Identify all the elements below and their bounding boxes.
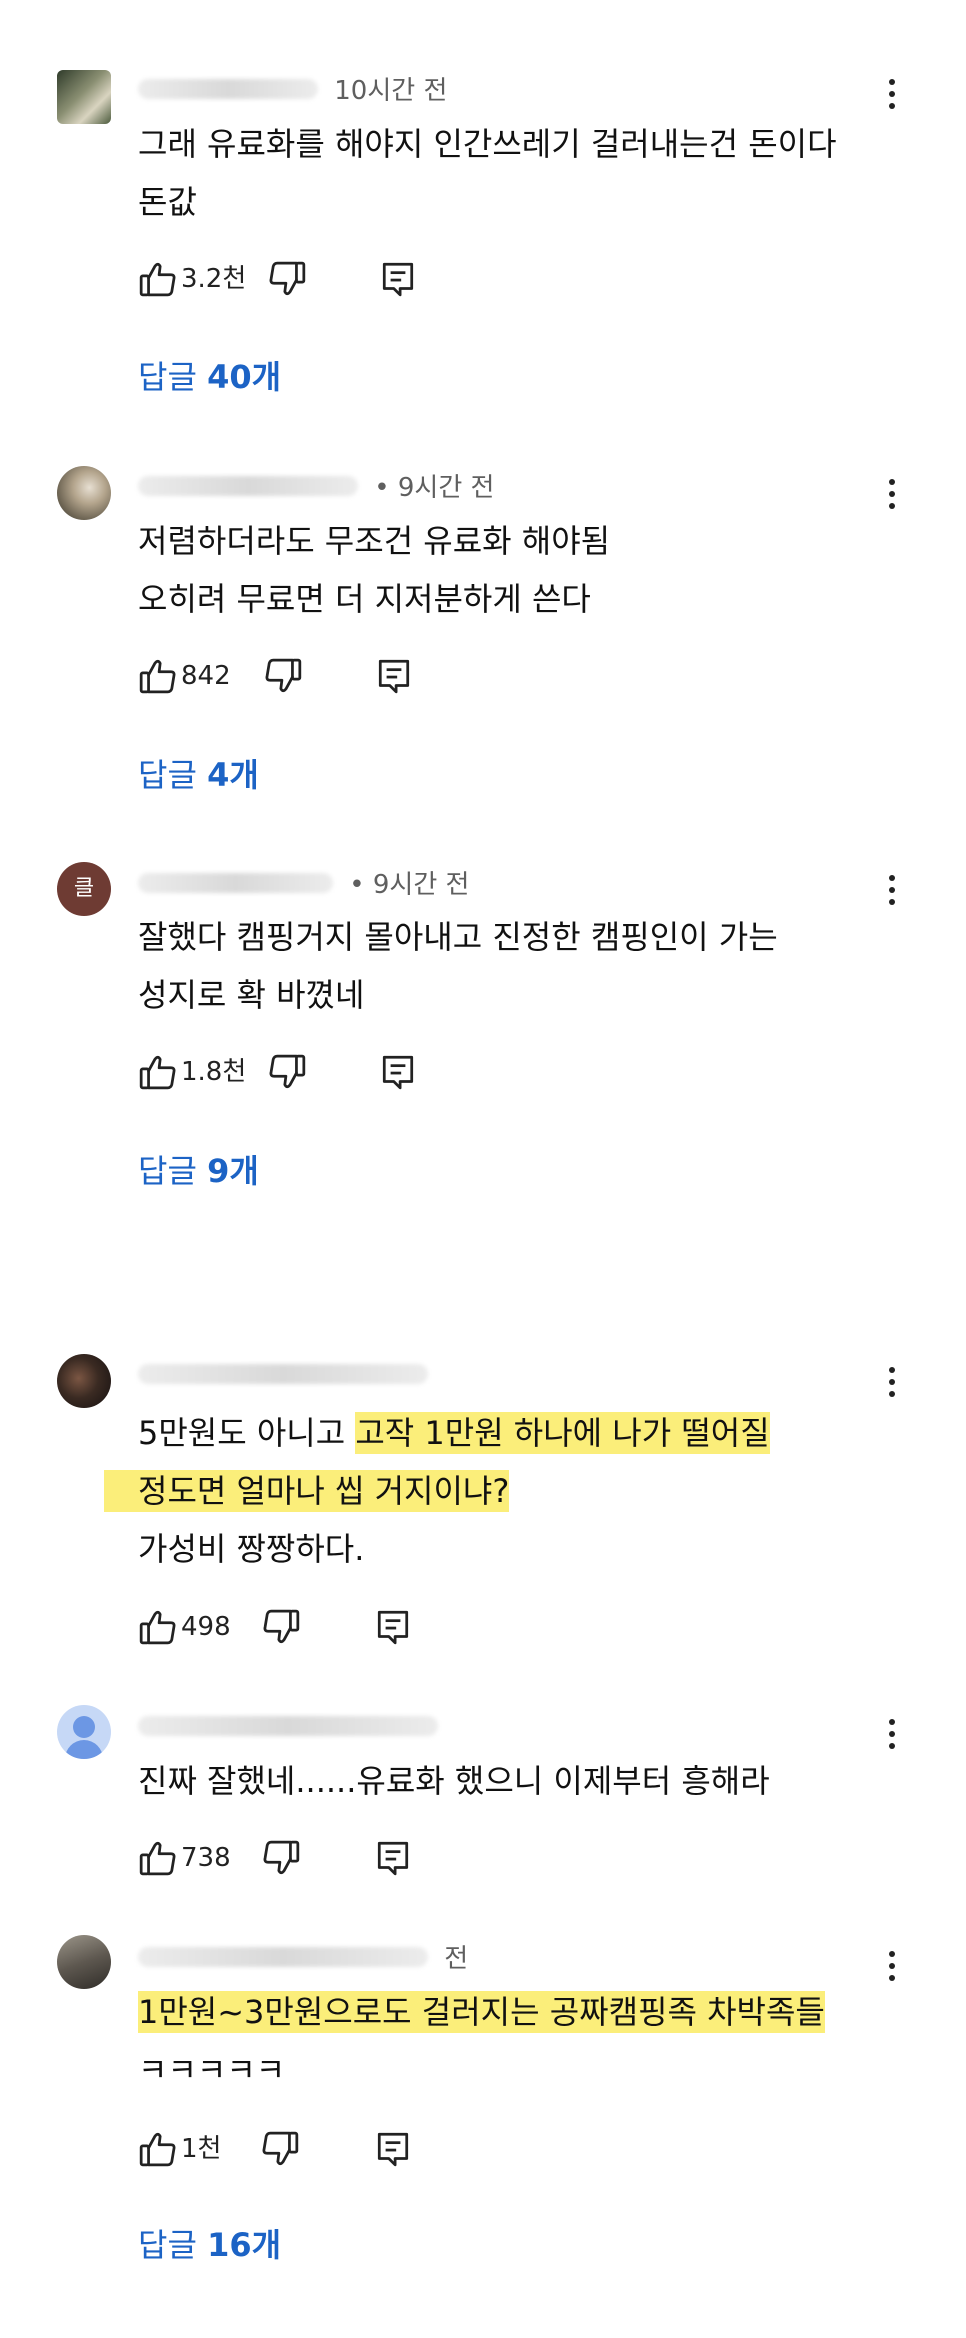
comment-line: 그래 유료화를 해야지 인간쓰레기 걸러내는건 돈이다 [138, 125, 837, 163]
default-avatar-icon[interactable] [57, 1705, 111, 1759]
comment-actions: 1천 [138, 2129, 558, 2169]
comment-meta [138, 1358, 436, 1389]
comment-time: 10시간 전 [334, 76, 448, 106]
comment-body: 5만원도 아니고 고작 1만원 하나에 나가 떨어질 정도면 얼마나 씹 거지이… [104, 1404, 770, 1578]
redacted-username [138, 475, 358, 496]
reply-comment-icon[interactable] [374, 1838, 412, 1878]
view-replies-link[interactable]: 답글 16개 [138, 2220, 281, 2266]
comment-meta [138, 1710, 446, 1741]
comment-actions: 1.8천 [138, 1052, 558, 1092]
redacted-username [138, 78, 318, 99]
redacted-username [138, 1363, 428, 1384]
user-avatar[interactable] [57, 1354, 111, 1408]
avatar-head [73, 1716, 95, 1738]
comment-meta: • 9시간 전 [138, 467, 494, 504]
comment-actions: 498 [138, 1607, 558, 1647]
comment-actions: 738 [138, 1838, 558, 1878]
comment-line: 성지로 확 바꼈네 [138, 976, 365, 1014]
comment-line: 가성비 짱짱하다. [138, 1530, 365, 1568]
like-count: 738 [181, 1843, 231, 1873]
like-count: 842 [181, 661, 231, 691]
comment-line: 오히려 무료면 더 지저분하게 쓴다 [138, 580, 591, 618]
comment-line: 5만원도 아니고 고작 1만원 하나에 나가 떨어질 [138, 1404, 770, 1462]
redacted-username [138, 1946, 428, 1967]
comment-meta: • 9시간 전 [138, 864, 469, 901]
thumbs-down-icon[interactable] [263, 1838, 301, 1878]
comment-meta: 전 [138, 1938, 468, 1975]
comment-body: 진짜 잘했네......유료화 했으니 이제부터 흥해라 [138, 1752, 770, 1810]
comment-actions: 3.2천 [138, 259, 558, 299]
reply-comment-icon[interactable] [379, 259, 417, 299]
comment-meta: 10시간 전 [138, 70, 447, 107]
comment-body: 1만원~3만원으로도 걸러지는 공짜캠핑족 차박족들 ㅋㅋㅋㅋㅋ [138, 1983, 825, 2099]
comment-line: 돈값 [138, 183, 197, 221]
comment-time: 전 [444, 1944, 469, 1974]
reply-comment-icon[interactable] [375, 656, 413, 696]
view-replies-link[interactable]: 답글 4개 [138, 750, 259, 796]
reply-label: 답글 [138, 756, 197, 794]
avatar-body [65, 1740, 103, 1759]
more-vert-icon[interactable] [880, 76, 904, 112]
thumbs-down-icon[interactable] [262, 2129, 300, 2169]
comment-body: 저렴하더라도 무조건 유료화 해야됨 오히려 무료면 더 지저분하게 쓴다 [138, 512, 610, 628]
highlighted-text: 1만원~3만원으로도 걸러지는 공짜캠핑족 차박족들 [138, 1991, 825, 2033]
thumbs-down-icon[interactable] [265, 656, 303, 696]
like-count: 1천 [181, 2134, 222, 2164]
comment-line: 잘했다 캠핑거지 몰아내고 진정한 캠핑인이 가는 [138, 918, 778, 956]
like-count: 1.8천 [181, 1057, 247, 1087]
thumbs-up-icon[interactable] [138, 259, 176, 299]
thumbs-up-icon[interactable] [138, 1607, 176, 1647]
reply-comment-icon[interactable] [374, 1607, 412, 1647]
thumbs-down-icon[interactable] [269, 259, 307, 299]
comment-actions: 842 [138, 656, 558, 696]
like-count: 3.2천 [181, 264, 247, 294]
thumbs-down-icon[interactable] [269, 1052, 307, 1092]
reply-label: 답글 [138, 358, 197, 396]
reply-count: 4개 [207, 756, 259, 794]
more-vert-icon[interactable] [880, 872, 904, 908]
reply-label: 답글 [138, 1152, 197, 1190]
more-vert-icon[interactable] [880, 1716, 904, 1752]
comment-line: 정도면 얼마나 씹 거지이냐? [104, 1462, 770, 1520]
comment-line: 저렴하더라도 무조건 유료화 해야됨 [138, 522, 611, 560]
comment-time: • 9시간 전 [374, 473, 495, 503]
comment-time: • 9시간 전 [349, 870, 470, 900]
reply-count: 40개 [207, 358, 282, 396]
reply-comment-icon[interactable] [379, 1052, 417, 1092]
comment-line: 진짜 잘했네......유료화 했으니 이제부터 흥해라 [138, 1762, 770, 1800]
reply-count: 16개 [207, 2226, 282, 2264]
thumbs-up-icon[interactable] [138, 1838, 176, 1878]
more-vert-icon[interactable] [880, 476, 904, 512]
redacted-username [138, 872, 333, 893]
more-vert-icon[interactable] [880, 1948, 904, 1984]
user-avatar[interactable] [57, 1935, 111, 1989]
comment-line: ㅋㅋㅋㅋㅋ [138, 2051, 286, 2089]
highlighted-text: 정도면 얼마나 씹 거지이냐? [104, 1470, 510, 1512]
user-avatar[interactable] [57, 466, 111, 520]
thumbs-down-icon[interactable] [263, 1607, 301, 1647]
more-vert-icon[interactable] [880, 1364, 904, 1400]
user-avatar[interactable] [57, 70, 111, 124]
view-replies-link[interactable]: 답글 9개 [138, 1146, 259, 1192]
thumbs-up-icon[interactable] [138, 656, 176, 696]
like-count: 498 [181, 1612, 231, 1642]
comment-line: 1만원~3만원으로도 걸러지는 공짜캠핑족 차박족들 [138, 1983, 825, 2041]
thumbs-up-icon[interactable] [138, 2129, 176, 2169]
highlighted-text: 고작 1만원 하나에 나가 떨어질 [355, 1412, 770, 1454]
view-replies-link[interactable]: 답글 40개 [138, 352, 281, 398]
avatar-letter: 클 [73, 876, 95, 901]
reply-comment-icon[interactable] [374, 2129, 412, 2169]
comment-body: 잘했다 캠핑거지 몰아내고 진정한 캠핑인이 가는 성지로 확 바꼈네 [138, 908, 778, 1024]
redacted-username [138, 1715, 438, 1736]
user-avatar[interactable]: 클 [57, 862, 111, 916]
comment-body: 그래 유료화를 해야지 인간쓰레기 걸러내는건 돈이다 돈값 [138, 115, 837, 231]
thumbs-up-icon[interactable] [138, 1052, 176, 1092]
reply-label: 답글 [138, 2226, 197, 2264]
comment-text: 5만원도 아니고 [138, 1414, 356, 1452]
reply-count: 9개 [207, 1152, 259, 1190]
